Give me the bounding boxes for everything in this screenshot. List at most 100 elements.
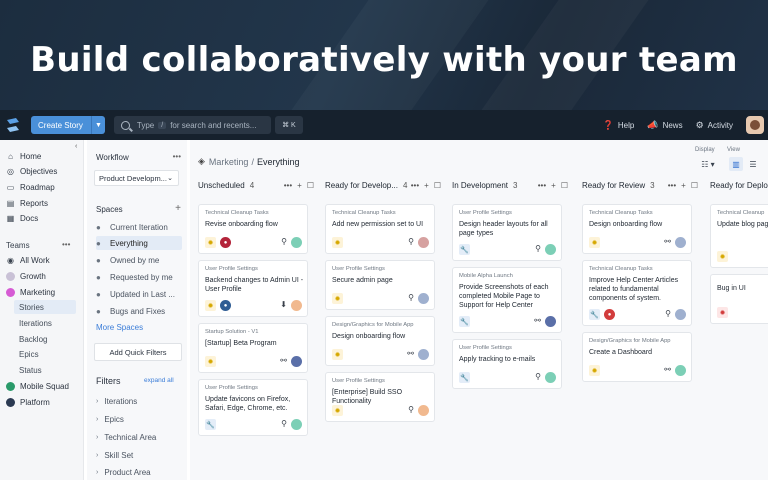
nav-marketing[interactable]: Marketing xyxy=(6,285,55,299)
owner-avatar[interactable] xyxy=(675,237,686,248)
owner-avatar[interactable] xyxy=(418,405,429,416)
filter-item[interactable]: › Skill Set xyxy=(96,451,133,460)
more-icon[interactable]: ••• xyxy=(668,181,676,190)
owner-avatar[interactable] xyxy=(418,237,429,248)
checkbox-icon[interactable]: ☐ xyxy=(307,181,314,190)
story-card[interactable]: User Profile Settings Design header layou… xyxy=(452,204,562,261)
nav-epics[interactable]: Epics xyxy=(19,347,39,361)
filter-item[interactable]: › Technical Area xyxy=(96,433,156,442)
user-avatar[interactable] xyxy=(746,116,764,134)
story-card[interactable]: Technical Cleanup Update blog pag banner … xyxy=(710,204,768,268)
checkbox-icon[interactable]: ☐ xyxy=(434,181,441,190)
story-card[interactable]: User Profile Settings [Enterprise] Build … xyxy=(325,372,435,422)
space-item[interactable]: ● Current Iteration xyxy=(96,220,182,234)
nav-growth[interactable]: Growth xyxy=(6,269,46,283)
story-card[interactable]: Mobile Alpha Launch Provide Screenshots o… xyxy=(452,267,562,333)
nav-docs[interactable]: ▦ Docs xyxy=(6,211,39,225)
more-icon[interactable]: ••• xyxy=(411,181,419,190)
display-options-button[interactable]: ☷ ▾ xyxy=(696,157,720,171)
owner-avatar[interactable] xyxy=(291,419,302,430)
card-epic: Technical Cleanup Tasks xyxy=(205,210,269,216)
nav-backlog[interactable]: Backlog xyxy=(19,332,47,346)
nav-all-work-label: All Work xyxy=(20,255,50,265)
nav-mobile-squad[interactable]: Mobile Squad xyxy=(6,379,69,393)
more-icon[interactable]: ••• xyxy=(538,181,546,190)
owner-avatar[interactable] xyxy=(291,300,302,311)
add-icon[interactable]: + xyxy=(551,181,556,190)
card-epic: Technical Cleanup xyxy=(717,210,765,216)
help-link[interactable]: ❓ Help xyxy=(603,120,635,131)
story-card[interactable]: Technical Cleanup Tasks Improve Help Cent… xyxy=(582,260,692,326)
column-header: Unscheduled 4 ••• + ☐ xyxy=(198,178,318,192)
owner-avatar[interactable] xyxy=(418,293,429,304)
add-icon[interactable]: + xyxy=(681,181,686,190)
nav-home[interactable]: ⌂ Home xyxy=(6,149,41,163)
owner-avatar[interactable] xyxy=(418,349,429,360)
nav-objectives[interactable]: ◎ Objectives xyxy=(6,164,57,178)
nav-iterations[interactable]: Iterations xyxy=(19,316,52,330)
column-header: In Development 3 ••• + ☐ xyxy=(452,178,572,192)
shortcut-logo-icon[interactable] xyxy=(4,116,22,134)
story-card[interactable]: Technical Cleanup Tasks Revise onboarding… xyxy=(198,204,308,254)
add-icon[interactable]: + xyxy=(424,181,429,190)
story-card[interactable]: Design/Graphics for Mobile App Create a D… xyxy=(582,332,692,382)
space-item[interactable]: ● Everything xyxy=(96,236,182,250)
owner-avatar[interactable] xyxy=(291,237,302,248)
filter-item[interactable]: › Epics xyxy=(96,415,124,424)
activity-link[interactable]: ⚙ Activity xyxy=(696,120,733,131)
nav-reports[interactable]: ▤ Reports xyxy=(6,196,48,210)
checkbox-icon[interactable]: ☐ xyxy=(561,181,568,190)
story-card[interactable]: Design/Graphics for Mobile App Design onb… xyxy=(325,316,435,366)
add-space-icon[interactable]: + xyxy=(175,203,181,214)
owner-avatar[interactable] xyxy=(675,365,686,376)
space-item[interactable]: ● Bugs and Fixes xyxy=(96,304,182,318)
space-item[interactable]: ● Updated in Last ... xyxy=(96,287,182,301)
story-card[interactable]: Startup Solution - V1 [Startup] Beta Prog… xyxy=(198,323,308,373)
space-item[interactable]: ● Requested by me xyxy=(96,270,182,284)
nav-roadmap[interactable]: ▭ Roadmap xyxy=(6,180,55,194)
story-card[interactable]: Technical Cleanup Tasks Add new permissio… xyxy=(325,204,435,254)
teams-more-icon[interactable]: ••• xyxy=(62,240,70,249)
add-icon[interactable]: + xyxy=(297,181,302,190)
all-work-icon: ◉ xyxy=(7,255,14,265)
card-epic: Technical Cleanup Tasks xyxy=(589,266,653,272)
more-spaces-link[interactable]: More Spaces xyxy=(96,323,143,332)
owner-avatar[interactable] xyxy=(545,316,556,327)
story-card[interactable]: Bug in UI ✹ xyxy=(710,274,768,324)
command-shortcut-button[interactable]: ⌘ K xyxy=(274,116,303,134)
story-card[interactable]: User Profile Settings Update favicons on … xyxy=(198,379,308,436)
story-card[interactable]: User Profile Settings Backend changes to … xyxy=(198,260,308,317)
card-footer: 🔧 ⚯ xyxy=(459,316,556,327)
filter-item[interactable]: › Product Area xyxy=(96,468,151,477)
filter-label: Skill Set xyxy=(104,451,134,460)
story-card[interactable]: User Profile Settings Apply tracking to e… xyxy=(452,339,562,389)
nav-status[interactable]: Status xyxy=(19,363,42,377)
space-item[interactable]: ● Owned by me xyxy=(96,253,182,267)
list-view-button[interactable]: ☰ xyxy=(746,157,760,171)
add-quick-filters-button[interactable]: Add Quick Filters xyxy=(94,343,182,361)
create-story-button[interactable]: Create Story ▼ xyxy=(31,116,105,134)
expand-all-link[interactable]: expand all xyxy=(144,377,174,384)
filter-item[interactable]: › Iterations xyxy=(96,397,137,406)
checkbox-icon[interactable]: ☐ xyxy=(691,181,698,190)
search-input[interactable]: Type / for search and recents... xyxy=(113,116,271,134)
owner-avatar[interactable] xyxy=(545,244,556,255)
owner-avatar[interactable] xyxy=(291,356,302,367)
top-nav: ❓ Help 📣 News ⚙ Activity xyxy=(603,110,768,140)
nav-platform[interactable]: Platform xyxy=(6,395,50,409)
owner-avatar[interactable] xyxy=(545,372,556,383)
story-card[interactable]: Technical Cleanup Tasks Design onboarding… xyxy=(582,204,692,254)
workflow-select[interactable]: Product Developm... ⌄ xyxy=(94,170,179,186)
nav-stories[interactable]: Stories xyxy=(14,300,76,314)
more-icon[interactable]: ••• xyxy=(284,181,292,190)
collapse-icon[interactable]: ‹ xyxy=(75,143,77,150)
breadcrumb-team[interactable]: Marketing xyxy=(209,157,249,167)
kanban-view-button[interactable]: ▥ xyxy=(729,157,743,171)
breadcrumb: ◈ Marketing / Everything xyxy=(198,156,299,167)
chevron-down-icon[interactable]: ▼ xyxy=(90,116,105,134)
story-card[interactable]: User Profile Settings Secure admin page ✹ ⚲ xyxy=(325,260,435,310)
owner-avatar[interactable] xyxy=(675,309,686,320)
workflow-more-icon[interactable]: ••• xyxy=(173,152,181,161)
news-link[interactable]: 📣 News xyxy=(647,120,682,131)
nav-all-work[interactable]: ◉ All Work xyxy=(6,253,50,267)
